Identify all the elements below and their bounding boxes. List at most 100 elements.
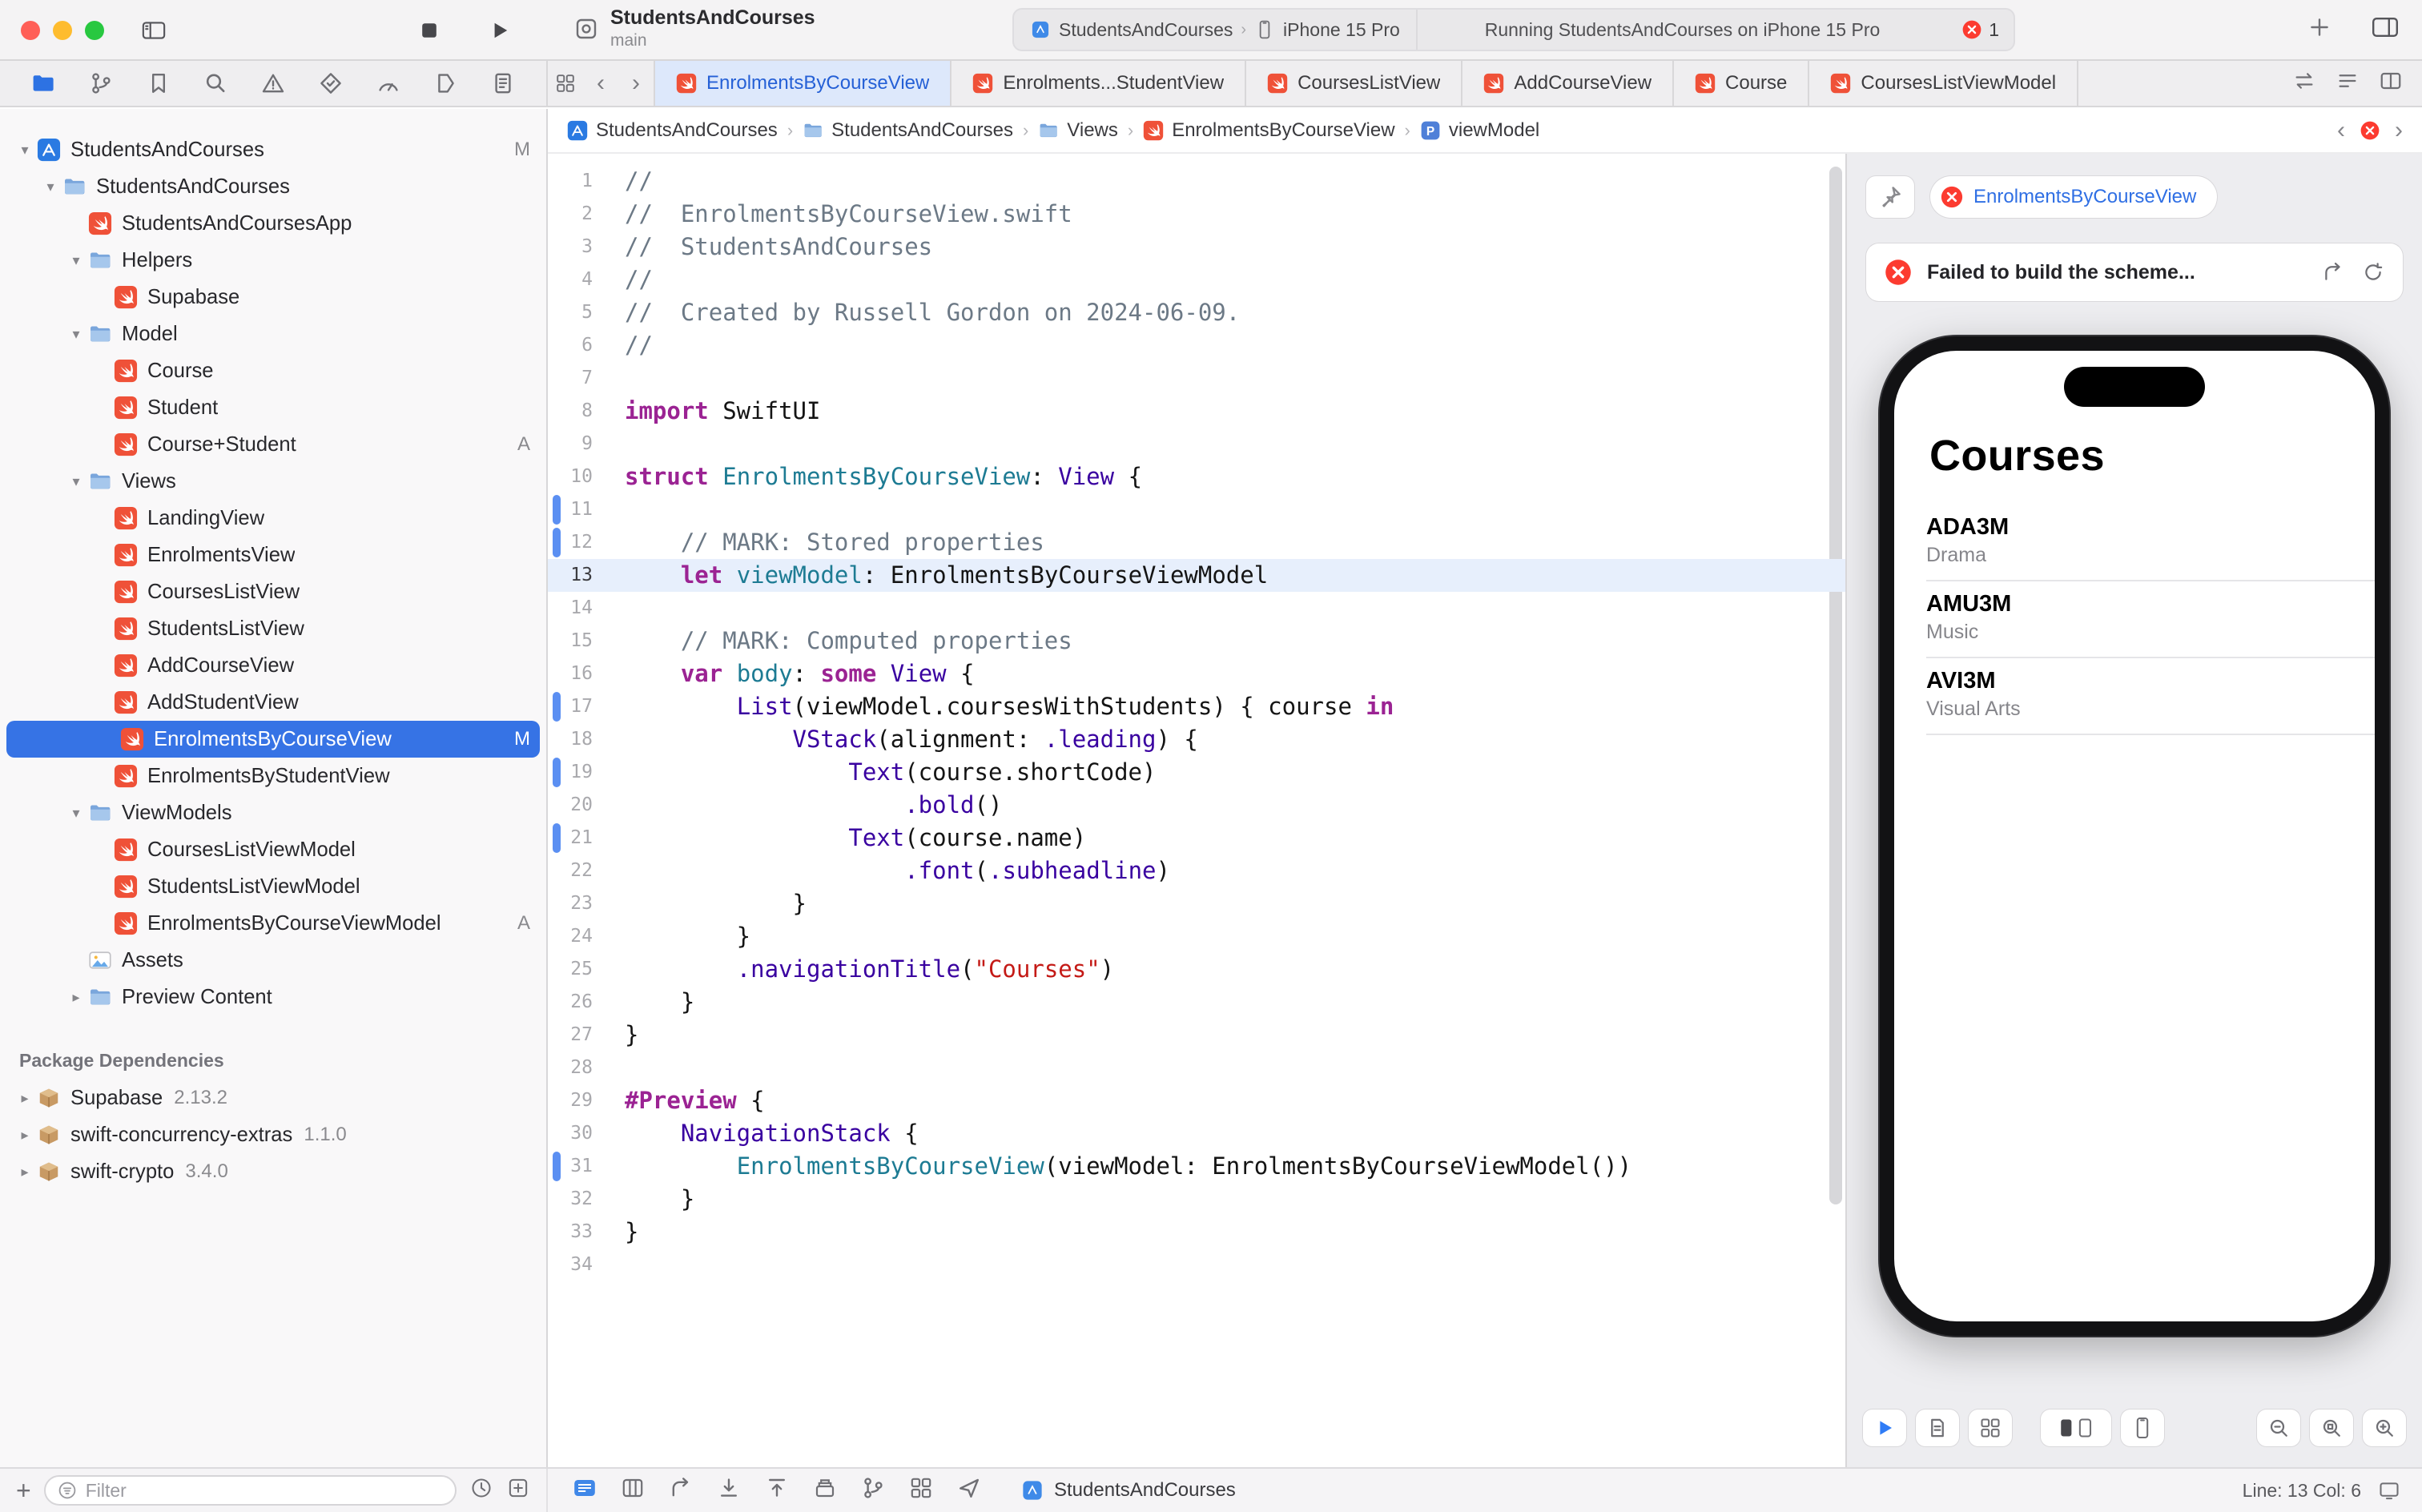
preview-text-button[interactable]: [1916, 1409, 1959, 1446]
code-line[interactable]: 31 EnrolmentsByCourseView(viewModel: Enr…: [548, 1150, 1845, 1183]
tab-course[interactable]: Course: [1674, 61, 1809, 106]
code-line[interactable]: 16 var body: some View {: [548, 657, 1845, 690]
disclosure-icon[interactable]: ▾: [13, 142, 37, 159]
preview-grid-button[interactable]: [1969, 1409, 2012, 1446]
branch-button[interactable]: [860, 1475, 886, 1506]
back-button[interactable]: ‹: [583, 61, 618, 106]
code-line[interactable]: 1//: [548, 165, 1845, 198]
close-button[interactable]: [21, 21, 40, 40]
sidebar-item-addstudentview[interactable]: AddStudentView: [0, 684, 546, 721]
inspector-toggle-icon[interactable]: [2371, 14, 2400, 40]
filter-input[interactable]: [86, 1480, 444, 1502]
code-line[interactable]: 34: [548, 1249, 1845, 1281]
sidebar-item-courseslistview[interactable]: CoursesListView: [0, 573, 546, 610]
add-editor-button[interactable]: [2379, 69, 2403, 99]
code-line[interactable]: 2// EnrolmentsByCourseView.swift: [548, 198, 1845, 231]
debug-navigator[interactable]: [371, 66, 406, 101]
jump-back-icon[interactable]: ‹: [2337, 117, 2345, 144]
code-line[interactable]: 9: [548, 428, 1845, 460]
sidebar-item-courseslistviewmodel[interactable]: CoursesListViewModel: [0, 831, 546, 868]
code-line[interactable]: 6//: [548, 329, 1845, 362]
sidebar-item-studentsandcoursesapp[interactable]: StudentsAndCoursesApp: [0, 205, 546, 242]
sidebar-item-studentslistview[interactable]: StudentsListView: [0, 610, 546, 647]
code-line[interactable]: 28: [548, 1052, 1845, 1084]
code-line[interactable]: 10struct EnrolmentsByCourseView: View {: [548, 460, 1845, 493]
code-line[interactable]: 3// StudentsAndCourses: [548, 231, 1845, 263]
live-preview-button[interactable]: [1863, 1409, 1906, 1446]
disclosure-icon[interactable]: ▸: [13, 1164, 37, 1180]
sidebar-item-swift-concurrency-extras[interactable]: ▸swift-concurrency-extras1.1.0: [0, 1116, 546, 1153]
code-line[interactable]: 27}: [548, 1019, 1845, 1052]
disclosure-icon[interactable]: ▸: [64, 989, 88, 1006]
editor-options-button[interactable]: [572, 1475, 597, 1506]
sidebar-item-landingview[interactable]: LandingView: [0, 500, 546, 537]
code-line[interactable]: 8import SwiftUI: [548, 395, 1845, 428]
zoom-fit-button[interactable]: [2310, 1409, 2353, 1446]
code-line[interactable]: 5// Created by Russell Gordon on 2024-06…: [548, 296, 1845, 329]
forward-button[interactable]: ›: [618, 61, 654, 106]
sidebar-toggle-button[interactable]: [138, 14, 170, 46]
code-line[interactable]: 11: [548, 493, 1845, 526]
disclosure-icon[interactable]: ▾: [64, 326, 88, 343]
code-line[interactable]: 7: [548, 362, 1845, 395]
minimize-button[interactable]: [53, 21, 72, 40]
sidebar-item-studentslistviewmodel[interactable]: StudentsListViewModel: [0, 868, 546, 905]
build-error-banner[interactable]: Failed to build the scheme...: [1866, 243, 2403, 301]
code-line[interactable]: 29#Preview {: [548, 1084, 1845, 1117]
breadcrumb-studentsandcourses[interactable]: StudentsAndCourses: [567, 119, 778, 142]
push-up-button[interactable]: [764, 1475, 790, 1506]
pull-down-button[interactable]: [716, 1475, 742, 1506]
diagnostics-icon[interactable]: [2321, 260, 2345, 284]
sidebar-item-views[interactable]: ▾Views: [0, 463, 546, 500]
device-settings-button[interactable]: [2121, 1409, 2164, 1446]
code-line[interactable]: 21 Text(course.name): [548, 822, 1845, 855]
jump-error-icon[interactable]: [2360, 120, 2380, 141]
sidebar-item-enrolmentsbystudentview[interactable]: EnrolmentsByStudentView: [0, 758, 546, 794]
split-columns-button[interactable]: [620, 1475, 646, 1506]
sidebar-item-assets[interactable]: Assets: [0, 942, 546, 979]
breadcrumb-viewmodel[interactable]: PviewModel: [1420, 119, 1539, 142]
code-line[interactable]: 24 }: [548, 920, 1845, 953]
tab-enrolments-studentview[interactable]: Enrolments...StudentView: [952, 61, 1246, 106]
filter-field[interactable]: [44, 1475, 457, 1506]
recent-files-icon[interactable]: [469, 1476, 493, 1500]
disclosure-icon[interactable]: ▾: [64, 473, 88, 490]
bookmarks-navigator[interactable]: [141, 66, 176, 101]
sidebar-item-enrolmentsbycourseview[interactable]: EnrolmentsByCourseViewM: [6, 721, 540, 758]
scheme-selector[interactable]: StudentsAndCourses main: [573, 6, 815, 50]
code-line[interactable]: 30 NavigationStack {: [548, 1117, 1845, 1150]
sidebar-item-student[interactable]: Student: [0, 389, 546, 426]
code-line[interactable]: 4//: [548, 263, 1845, 296]
breadcrumb-studentsandcourses[interactable]: StudentsAndCourses: [803, 119, 1013, 142]
project-navigator[interactable]: [26, 66, 61, 101]
code-line[interactable]: 25 .navigationTitle("Courses"): [548, 953, 1845, 986]
sidebar-item-supabase[interactable]: Supabase: [0, 279, 546, 316]
sidebar-item-studentsandcourses[interactable]: ▾StudentsAndCoursesM: [0, 131, 546, 168]
disclosure-icon[interactable]: ▾: [38, 179, 62, 195]
preview-target-chip[interactable]: EnrolmentsByCourseView: [1930, 176, 2217, 218]
code-editor[interactable]: 1//2// EnrolmentsByCourseView.swift3// S…: [548, 154, 1845, 1467]
color-scheme-button[interactable]: [2041, 1409, 2111, 1446]
breadcrumb-enrolmentsbycourseview[interactable]: EnrolmentsByCourseView: [1143, 119, 1394, 142]
code-line[interactable]: 22 .font(.subheadline): [548, 855, 1845, 887]
breadcrumb-views[interactable]: Views: [1038, 119, 1118, 142]
add-item-button[interactable]: +: [16, 1478, 31, 1503]
tab-courseslistview[interactable]: CoursesListView: [1246, 61, 1462, 106]
zoom-out-button[interactable]: [2257, 1409, 2300, 1446]
sidebar-item-enrolmentsbycourseviewmodel[interactable]: EnrolmentsByCourseViewModelA: [0, 905, 546, 942]
disclosure-icon[interactable]: ▸: [13, 1090, 37, 1107]
grid-button[interactable]: [908, 1475, 934, 1506]
add-tab-icon[interactable]: [2307, 14, 2332, 40]
code-line[interactable]: 14: [548, 592, 1845, 625]
sidebar-item-viewmodels[interactable]: ▾ViewModels: [0, 794, 546, 831]
course-row[interactable]: AMU3MMusic: [1926, 581, 2375, 658]
tab-addcourseview[interactable]: AddCourseView: [1462, 61, 1674, 106]
sidebar-item-studentsandcourses[interactable]: ▾StudentsAndCourses: [0, 168, 546, 205]
code-line[interactable]: 18 VStack(alignment: .leading) {: [548, 723, 1845, 756]
code-line[interactable]: 23 }: [548, 887, 1845, 920]
sidebar-item-model[interactable]: ▾Model: [0, 316, 546, 352]
jump-forward-icon[interactable]: ›: [2395, 117, 2403, 144]
issues-navigator[interactable]: [255, 66, 291, 101]
retry-build-icon[interactable]: [2361, 260, 2385, 284]
zoom-in-button[interactable]: [2363, 1409, 2406, 1446]
